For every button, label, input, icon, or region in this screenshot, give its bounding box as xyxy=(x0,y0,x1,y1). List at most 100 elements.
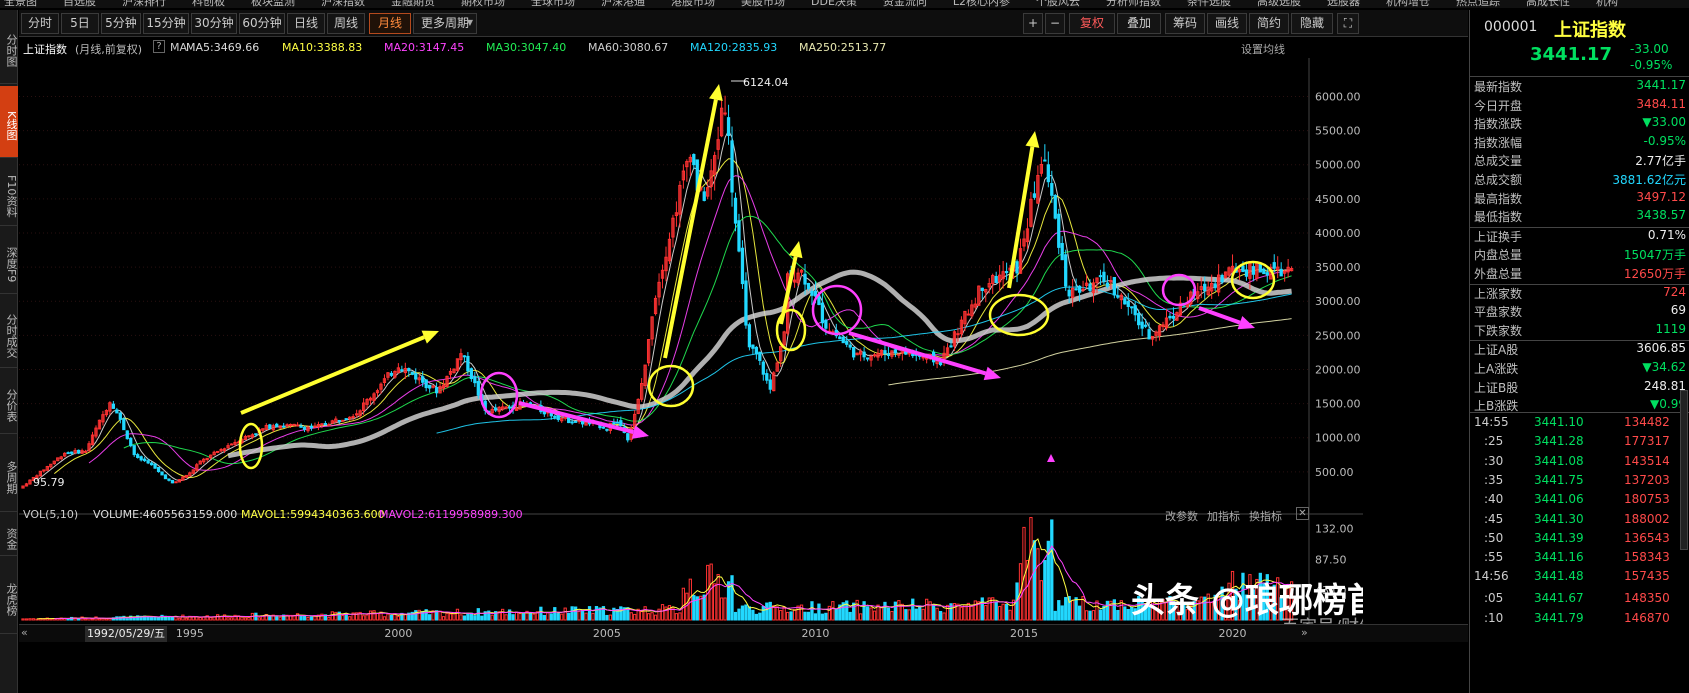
scroll-left-icon[interactable]: « xyxy=(21,626,28,639)
top-menu-item[interactable]: L2核心内参 xyxy=(953,0,1010,8)
period-tab-5[interactable]: 60分钟 xyxy=(239,13,285,34)
volume-value: VOLUME:4605563159.000 xyxy=(93,508,238,521)
left-tab-7[interactable]: 资金 xyxy=(0,514,18,556)
switch-indicator-button[interactable]: 换指标 xyxy=(1249,508,1282,524)
top-menu-item[interactable]: 资金流向 xyxy=(883,0,927,8)
tick-price: 3441.16 xyxy=(1534,550,1584,565)
top-menu-item[interactable]: 港股市场 xyxy=(671,0,715,8)
left-tab-8[interactable]: 龙虎榜 xyxy=(0,558,18,634)
edit-params-button[interactable]: 改参数 xyxy=(1165,508,1198,524)
candle-body xyxy=(726,117,731,136)
tick-time: :50 xyxy=(1484,530,1504,545)
top-menu-item[interactable]: 金融期货 xyxy=(391,0,435,8)
top-menu-item[interactable]: 沪深港通 xyxy=(601,0,645,8)
fullscreen-icon[interactable]: ⛶ xyxy=(1337,13,1359,34)
top-menu-item[interactable]: 高成长性 xyxy=(1526,0,1570,8)
tick-row: :45 3441.30 188002 xyxy=(1470,512,1689,528)
candle-body xyxy=(702,191,706,201)
top-menu-item[interactable]: 分析师指数 xyxy=(1106,0,1161,8)
top-menu-item[interactable]: 高级选股 xyxy=(1257,0,1301,8)
volume-bar xyxy=(1084,610,1089,621)
period-tab-8[interactable]: 月线 xyxy=(369,13,411,34)
quote-row-value: 3881.62亿元 xyxy=(1612,173,1686,187)
top-menu-item[interactable]: 全景图 xyxy=(4,0,37,8)
left-tab-3[interactable]: 深度F9 xyxy=(0,228,18,294)
volume-bar xyxy=(275,616,279,621)
quote-row: 总成交量 2.77亿手 xyxy=(1470,152,1689,171)
left-tab-1[interactable]: K线图 xyxy=(0,86,18,158)
close-icon[interactable]: ✕ xyxy=(1296,507,1309,520)
toolbar-right-0[interactable]: 复权 xyxy=(1069,13,1115,34)
left-tab-0[interactable]: 分时图 xyxy=(0,10,18,84)
candle-body xyxy=(400,369,404,372)
top-menu-item[interactable]: 热点追踪 xyxy=(1456,0,1500,8)
top-menu-item[interactable]: 个股风云 xyxy=(1036,0,1080,8)
volume-bar xyxy=(994,601,998,621)
period-tab-3[interactable]: 15分钟 xyxy=(143,13,189,34)
top-menu-item[interactable]: 沪深指数 xyxy=(321,0,365,8)
period-tab-2[interactable]: 5分钟 xyxy=(101,13,141,34)
top-menu-item[interactable]: 机构增仓 xyxy=(1386,0,1430,8)
quote-panel: 000001 上证指数 3441.17 -33.00 -0.95% 最新指数 3441.17… xyxy=(1469,10,1689,693)
toolbar-right-1[interactable]: 叠加 xyxy=(1117,13,1161,34)
top-menu-item[interactable]: 全球市场 xyxy=(531,0,575,8)
tick-volume: 180753 xyxy=(1624,492,1670,507)
period-tab-4[interactable]: 30分钟 xyxy=(191,13,237,34)
left-tab-5[interactable]: 分价表 xyxy=(0,370,18,434)
top-menu-item[interactable]: 美股市场 xyxy=(741,0,785,8)
toolbar-right-3[interactable]: 画线 xyxy=(1207,13,1247,34)
top-menu-item[interactable]: 机构 xyxy=(1596,0,1618,8)
time-axis-bar: « 1992/05/29/五 1995 2000 2005 2010 2015 2020 » xyxy=(19,624,1468,642)
volume-bar xyxy=(740,605,745,621)
candle-body xyxy=(1130,306,1134,309)
zoom-out-button[interactable]: − xyxy=(1045,13,1065,34)
quote-row: 平盘家数 69 xyxy=(1470,303,1689,322)
left-tab-6[interactable]: 多周期 xyxy=(0,436,18,512)
volume-axis-label: 87.50 xyxy=(1315,553,1347,566)
toolbar-right-2[interactable]: 筹码 xyxy=(1165,13,1205,34)
volume-bar xyxy=(428,614,432,621)
top-menu-item[interactable]: 期权市场 xyxy=(461,0,505,8)
period-tab-6[interactable]: 日线 xyxy=(287,13,325,34)
candle-body xyxy=(852,346,856,358)
help-icon[interactable]: ? xyxy=(153,40,165,53)
high-label: 6124.04 xyxy=(743,76,789,89)
quote-row: 上B涨跌 ▼0.99 xyxy=(1470,397,1689,416)
quote-row-value: 3606.85 xyxy=(1636,341,1686,356)
volume-bar xyxy=(643,606,647,621)
quote-row: 总成交额 3881.62亿元 xyxy=(1470,171,1689,190)
volume-bar xyxy=(240,616,244,621)
toolbar-right-4[interactable]: 简约 xyxy=(1249,13,1289,34)
scroll-right-icon[interactable]: » xyxy=(1301,626,1308,639)
more-periods-chevron-down-icon[interactable]: ▼ xyxy=(465,13,475,34)
price-axis-label: 5500.00 xyxy=(1315,125,1361,138)
left-tab-4[interactable]: 分时成交 xyxy=(0,296,18,368)
top-menu-item[interactable]: DDE决策 xyxy=(811,0,857,8)
top-menu-item[interactable]: 科创板 xyxy=(192,0,225,8)
period-tab-1[interactable]: 5日 xyxy=(61,13,99,34)
ma-settings-button[interactable]: 设置均线 xyxy=(1241,41,1285,57)
top-menu-item[interactable]: 沪深排行 xyxy=(122,0,166,8)
price-axis-label: 6000.00 xyxy=(1315,90,1361,103)
add-indicator-button[interactable]: 加指标 xyxy=(1207,508,1240,524)
left-tab-2[interactable]: F10资料 xyxy=(0,160,18,226)
volume-bar xyxy=(966,602,971,621)
tick-row: :40 3441.06 180753 xyxy=(1470,492,1689,508)
period-tab-0[interactable]: 分时 xyxy=(21,13,59,34)
volume-bar xyxy=(90,618,95,621)
top-menu-item[interactable]: 板块监测 xyxy=(251,0,295,8)
candle-body xyxy=(118,412,122,420)
tick-price: 3441.79 xyxy=(1534,610,1584,625)
candle-body xyxy=(1251,266,1256,275)
panel-scrollbar[interactable] xyxy=(1680,390,1688,550)
zoom-in-button[interactable]: + xyxy=(1023,13,1043,34)
top-menu-item[interactable]: 条件选股 xyxy=(1187,0,1231,8)
toolbar-right-5[interactable]: 隐藏 xyxy=(1291,13,1333,34)
volume-bar xyxy=(629,612,633,621)
period-tab-7[interactable]: 周线 xyxy=(327,13,365,34)
quote-row: 上A涨跌 ▼34.62 xyxy=(1470,360,1689,379)
candle-body xyxy=(170,479,175,484)
candle-body xyxy=(136,454,140,458)
top-menu-item[interactable]: 自选股 xyxy=(63,0,96,8)
top-menu-item[interactable]: 选股器 xyxy=(1327,0,1360,8)
